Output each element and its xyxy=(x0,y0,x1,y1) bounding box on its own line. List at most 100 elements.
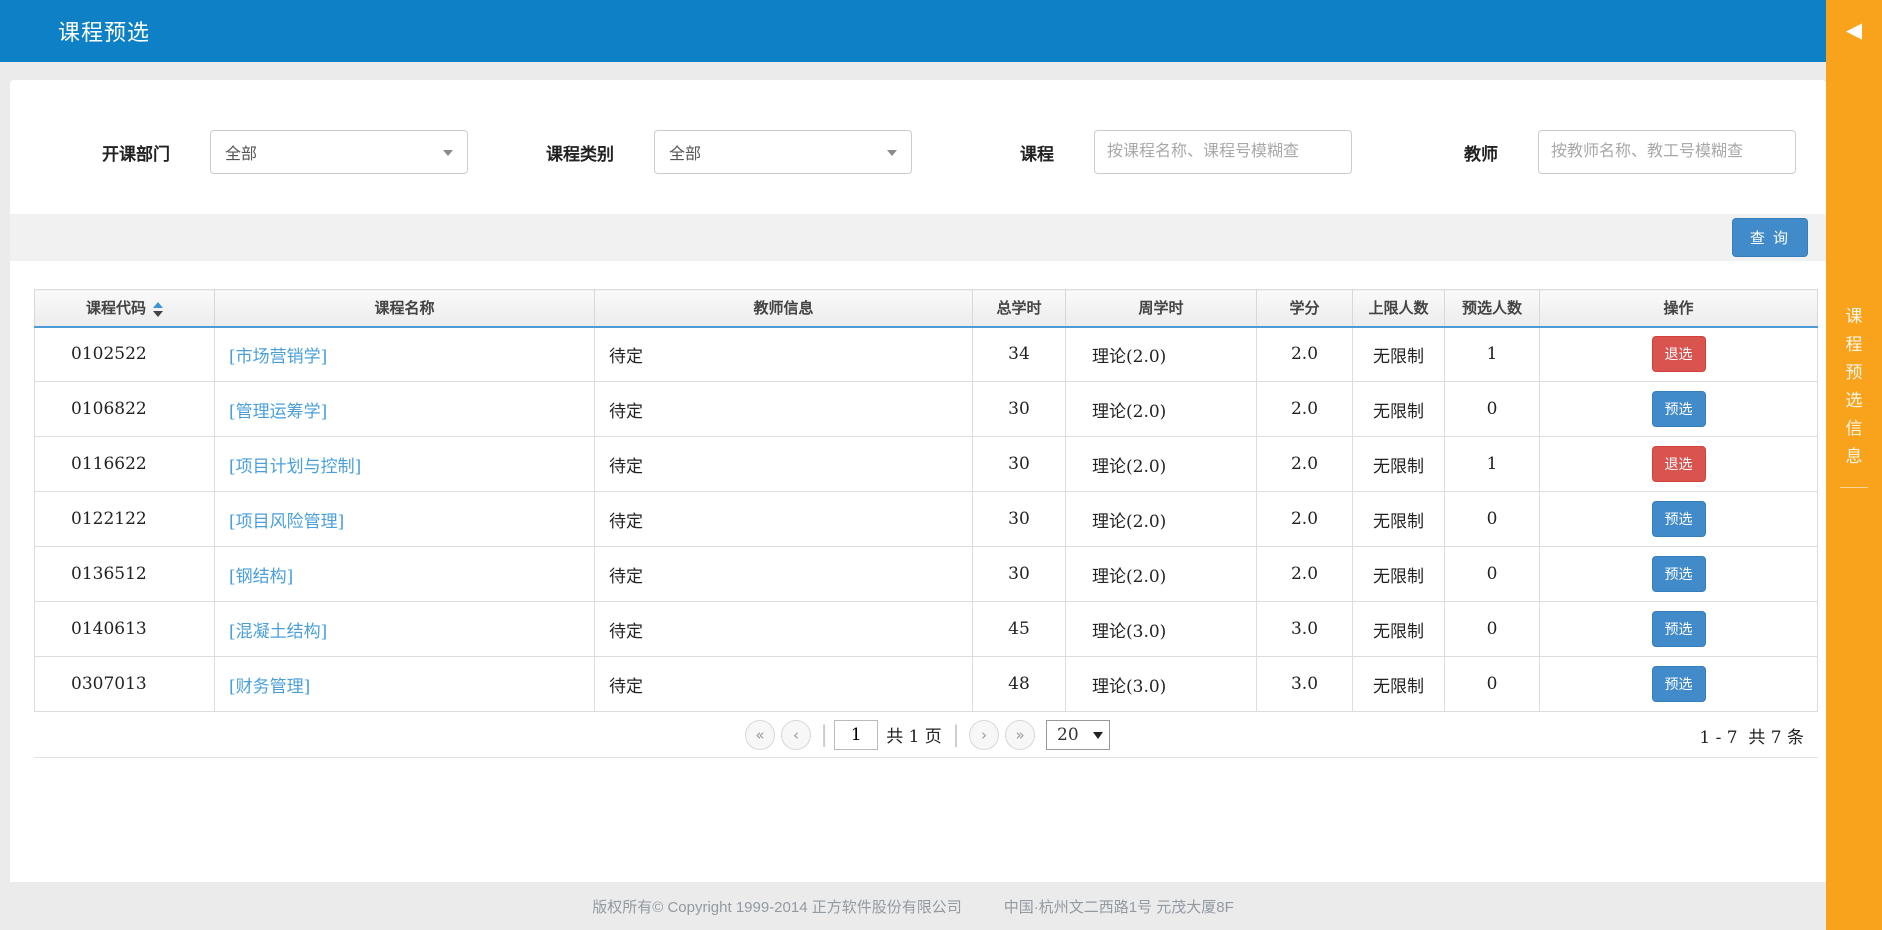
cell-action: 预选 xyxy=(1540,547,1818,602)
page-title: 课程预选 xyxy=(58,15,150,47)
withdraw-button[interactable]: 退选 xyxy=(1652,446,1706,482)
cell-weekly-hours: 理论(2.0) xyxy=(1066,382,1257,437)
cell-preselected: 0 xyxy=(1445,492,1540,547)
address-text: 中国·杭州文二西路1号 元茂大厦8F xyxy=(1004,896,1234,917)
cell-course-name: [管理运筹学] xyxy=(215,382,595,437)
cell-course-name: [市场营销学] xyxy=(215,327,595,382)
rail-divider xyxy=(1840,487,1868,488)
cell-limit: 无限制 xyxy=(1353,382,1445,437)
cell-preselected: 0 xyxy=(1445,547,1540,602)
cell-limit: 无限制 xyxy=(1353,602,1445,657)
prev-page-button[interactable]: ‹ xyxy=(781,720,811,750)
chevron-down-icon xyxy=(443,150,453,156)
rail-char: 选 xyxy=(1826,387,1882,415)
cell-preselected: 1 xyxy=(1445,327,1540,382)
course-label: 课程 xyxy=(1020,140,1054,165)
course-name-link[interactable]: [项目计划与控制] xyxy=(229,457,361,477)
preselect-button[interactable]: 预选 xyxy=(1652,501,1706,537)
column-course-code[interactable]: 课程代码 xyxy=(35,290,215,327)
preselect-button[interactable]: 预选 xyxy=(1652,391,1706,427)
course-name-link[interactable]: [市场营销学] xyxy=(229,347,327,367)
next-page-button[interactable]: › xyxy=(969,720,999,750)
department-label: 开课部门 xyxy=(102,140,170,165)
page-size-select[interactable]: 20 xyxy=(1046,720,1110,750)
department-select[interactable]: 全部 xyxy=(210,130,468,174)
collapse-back-icon[interactable]: ◀ xyxy=(1826,20,1882,41)
course-name-link[interactable]: [钢结构] xyxy=(229,567,293,587)
cell-course-code: 0102522 xyxy=(35,327,215,382)
category-select[interactable]: 全部 xyxy=(654,130,912,174)
cell-action: 预选 xyxy=(1540,602,1818,657)
cell-preselected: 1 xyxy=(1445,437,1540,492)
cell-limit: 无限制 xyxy=(1353,492,1445,547)
cell-course-code: 0140613 xyxy=(35,602,215,657)
cell-teacher-info: 待定 xyxy=(595,547,973,602)
cell-total-hours: 30 xyxy=(973,437,1066,492)
table-row: 0136512[钢结构]待定30理论(2.0)2.0无限制0预选 xyxy=(35,547,1818,602)
cell-course-code: 0116622 xyxy=(35,437,215,492)
teacher-search-input[interactable] xyxy=(1538,130,1796,174)
cell-teacher-info: 待定 xyxy=(595,327,973,382)
course-name-link[interactable]: [管理运筹学] xyxy=(229,402,327,422)
cell-weekly-hours: 理论(3.0) xyxy=(1066,602,1257,657)
cell-action: 预选 xyxy=(1540,382,1818,437)
course-name-link[interactable]: [混凝土结构] xyxy=(229,622,327,642)
course-search-input[interactable] xyxy=(1094,130,1352,174)
cell-teacher-info: 待定 xyxy=(595,602,973,657)
query-band: 查 询 xyxy=(10,214,1826,261)
column-teacher-info: 教师信息 xyxy=(595,290,973,327)
table-row: 0140613[混凝土结构]待定45理论(3.0)3.0无限制0预选 xyxy=(35,602,1818,657)
table-row: 0122122[项目风险管理]待定30理论(2.0)2.0无限制0预选 xyxy=(35,492,1818,547)
cell-course-name: [项目风险管理] xyxy=(215,492,595,547)
page-number-input[interactable] xyxy=(834,720,878,750)
rail-char: 程 xyxy=(1826,331,1882,359)
column-course-code-label: 课程代码 xyxy=(86,300,146,317)
column-action: 操作 xyxy=(1540,290,1818,327)
course-table-wrap: 课程代码 课程名称 教师信息 总学时 周学时 学分 上限人数 预选人数 操作 0… xyxy=(34,289,1818,712)
column-course-name: 课程名称 xyxy=(215,290,595,327)
first-page-button[interactable]: « xyxy=(745,720,775,750)
department-select-value: 全部 xyxy=(225,140,257,164)
cell-credits: 3.0 xyxy=(1257,602,1353,657)
sort-icon[interactable] xyxy=(153,302,163,317)
pagination-separator: | xyxy=(953,721,959,749)
course-name-link[interactable]: [财务管理] xyxy=(229,677,310,697)
cell-course-name: [混凝土结构] xyxy=(215,602,595,657)
table-row: 0102522[市场营销学]待定34理论(2.0)2.0无限制1退选 xyxy=(35,327,1818,382)
cell-credits: 2.0 xyxy=(1257,327,1353,382)
column-credits: 学分 xyxy=(1257,290,1353,327)
cell-credits: 2.0 xyxy=(1257,382,1353,437)
rail-char: 预 xyxy=(1826,359,1882,387)
content-panel: 开课部门 全部 课程类别 全部 课程 教师 xyxy=(10,80,1826,882)
course-name-link[interactable]: [项目风险管理] xyxy=(229,512,344,532)
cell-course-name: [钢结构] xyxy=(215,547,595,602)
category-select-value: 全部 xyxy=(669,140,701,164)
course-table: 课程代码 课程名称 教师信息 总学时 周学时 学分 上限人数 预选人数 操作 0… xyxy=(34,289,1818,712)
pagination-bar: « ‹ | 共 1 页 | › » 20 1 - 7 共 7 条 xyxy=(34,712,1818,758)
cell-preselected: 0 xyxy=(1445,602,1540,657)
page-footer: 版权所有© Copyright 1999-2014 正方软件股份有限公司 中国·… xyxy=(0,882,1826,930)
chevron-down-icon xyxy=(887,150,897,156)
cell-course-code: 0307013 xyxy=(35,657,215,712)
preselect-button[interactable]: 预选 xyxy=(1652,556,1706,592)
query-button[interactable]: 查 询 xyxy=(1732,218,1808,257)
cell-total-hours: 34 xyxy=(973,327,1066,382)
cell-credits: 2.0 xyxy=(1257,437,1353,492)
cell-action: 退选 xyxy=(1540,327,1818,382)
cell-total-hours: 30 xyxy=(973,492,1066,547)
cell-total-hours: 30 xyxy=(973,382,1066,437)
filter-group-course: 课程 xyxy=(1020,130,1352,174)
cell-total-hours: 48 xyxy=(973,657,1066,712)
cell-teacher-info: 待定 xyxy=(595,657,973,712)
cell-preselected: 0 xyxy=(1445,382,1540,437)
withdraw-button[interactable]: 退选 xyxy=(1652,336,1706,372)
cell-action: 预选 xyxy=(1540,492,1818,547)
cell-course-code: 0136512 xyxy=(35,547,215,602)
table-header-row: 课程代码 课程名称 教师信息 总学时 周学时 学分 上限人数 预选人数 操作 xyxy=(35,290,1818,327)
cell-course-code: 0122122 xyxy=(35,492,215,547)
last-page-button[interactable]: » xyxy=(1005,720,1035,750)
preselect-button[interactable]: 预选 xyxy=(1652,666,1706,702)
top-header: 课程预选 xyxy=(0,0,1826,62)
preselect-button[interactable]: 预选 xyxy=(1652,611,1706,647)
category-label: 课程类别 xyxy=(546,140,614,165)
